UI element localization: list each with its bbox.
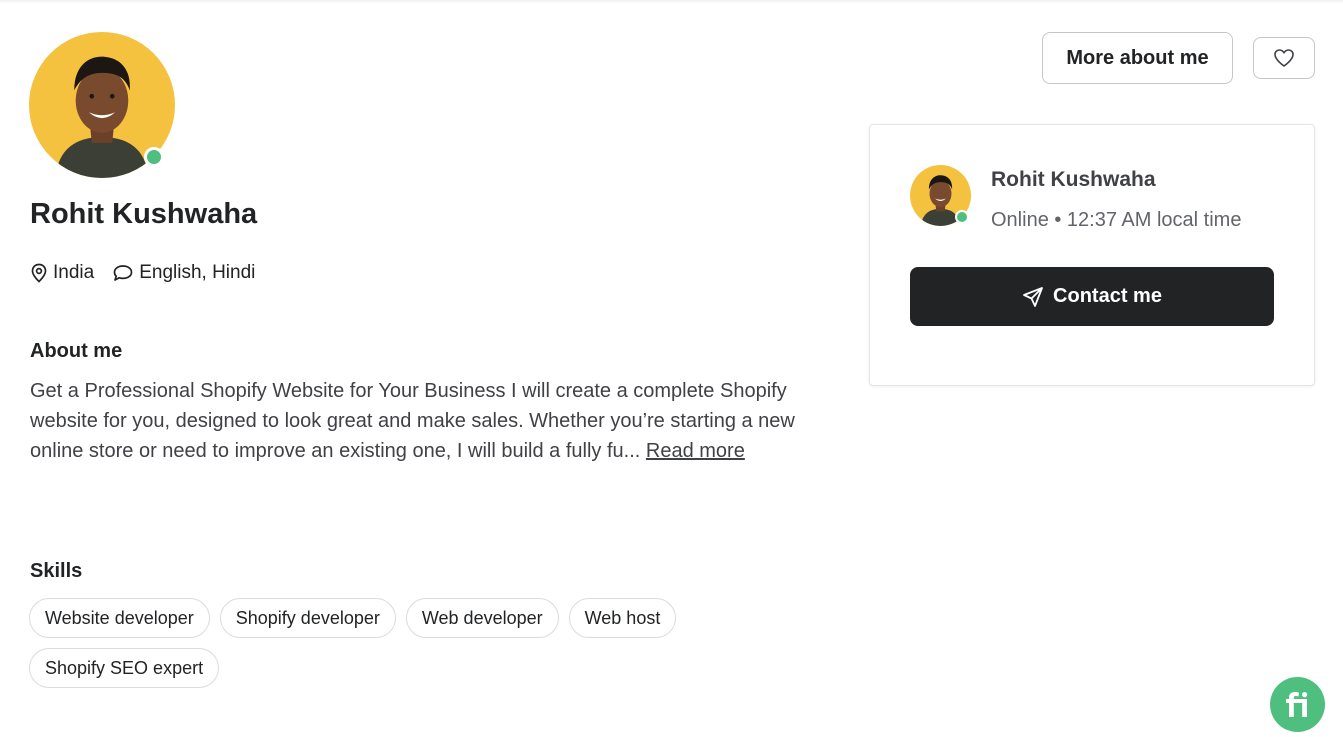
- heart-icon: [1274, 49, 1294, 67]
- skill-chip[interactable]: Web host: [568, 598, 677, 638]
- about-text: Get a Professional Shopify Website for Y…: [30, 376, 830, 466]
- profile-meta: India English, Hindi: [30, 260, 273, 286]
- contact-me-button[interactable]: Contact me: [910, 267, 1274, 326]
- favorite-button[interactable]: [1253, 37, 1315, 79]
- card-name: Rohit Kushwaha: [991, 168, 1156, 191]
- skill-chip[interactable]: Website developer: [29, 598, 210, 638]
- online-status-dot: [144, 147, 164, 167]
- languages: English, Hindi: [112, 262, 255, 284]
- about-line-1: Get a Professional Shopify Website for Y…: [30, 380, 787, 402]
- map-pin-icon: [31, 263, 47, 283]
- fiverr-fi-logo: [1285, 691, 1307, 717]
- skill-chip[interactable]: Shopify developer: [219, 598, 396, 638]
- contact-me-label: Contact me: [1053, 285, 1162, 307]
- skill-chip[interactable]: Shopify SEO expert: [29, 648, 220, 688]
- more-about-me-button[interactable]: More about me: [1042, 32, 1233, 84]
- read-more-link[interactable]: Read more: [646, 440, 745, 462]
- help-chat-button[interactable]: [1270, 677, 1325, 732]
- about-line-2: website for you, designed to look great …: [30, 406, 830, 466]
- skill-chip[interactable]: Web developer: [405, 598, 559, 638]
- contact-card: Rohit Kushwaha Online • 12:37 AM local t…: [869, 124, 1315, 386]
- location: India: [30, 262, 94, 284]
- profile-name: Rohit Kushwaha: [30, 198, 258, 230]
- top-divider: [0, 0, 1343, 3]
- card-online-dot: [955, 210, 969, 224]
- skills-title: Skills: [30, 560, 83, 582]
- location-text: India: [53, 262, 95, 283]
- skills-list: Website developer Shopify developer Web …: [29, 598, 749, 698]
- card-status: Online • 12:37 AM local time: [991, 209, 1242, 231]
- send-plane-icon: [1023, 286, 1043, 307]
- speech-bubble-icon: [113, 265, 133, 281]
- languages-text: English, Hindi: [139, 262, 256, 283]
- about-title: About me: [30, 340, 123, 362]
